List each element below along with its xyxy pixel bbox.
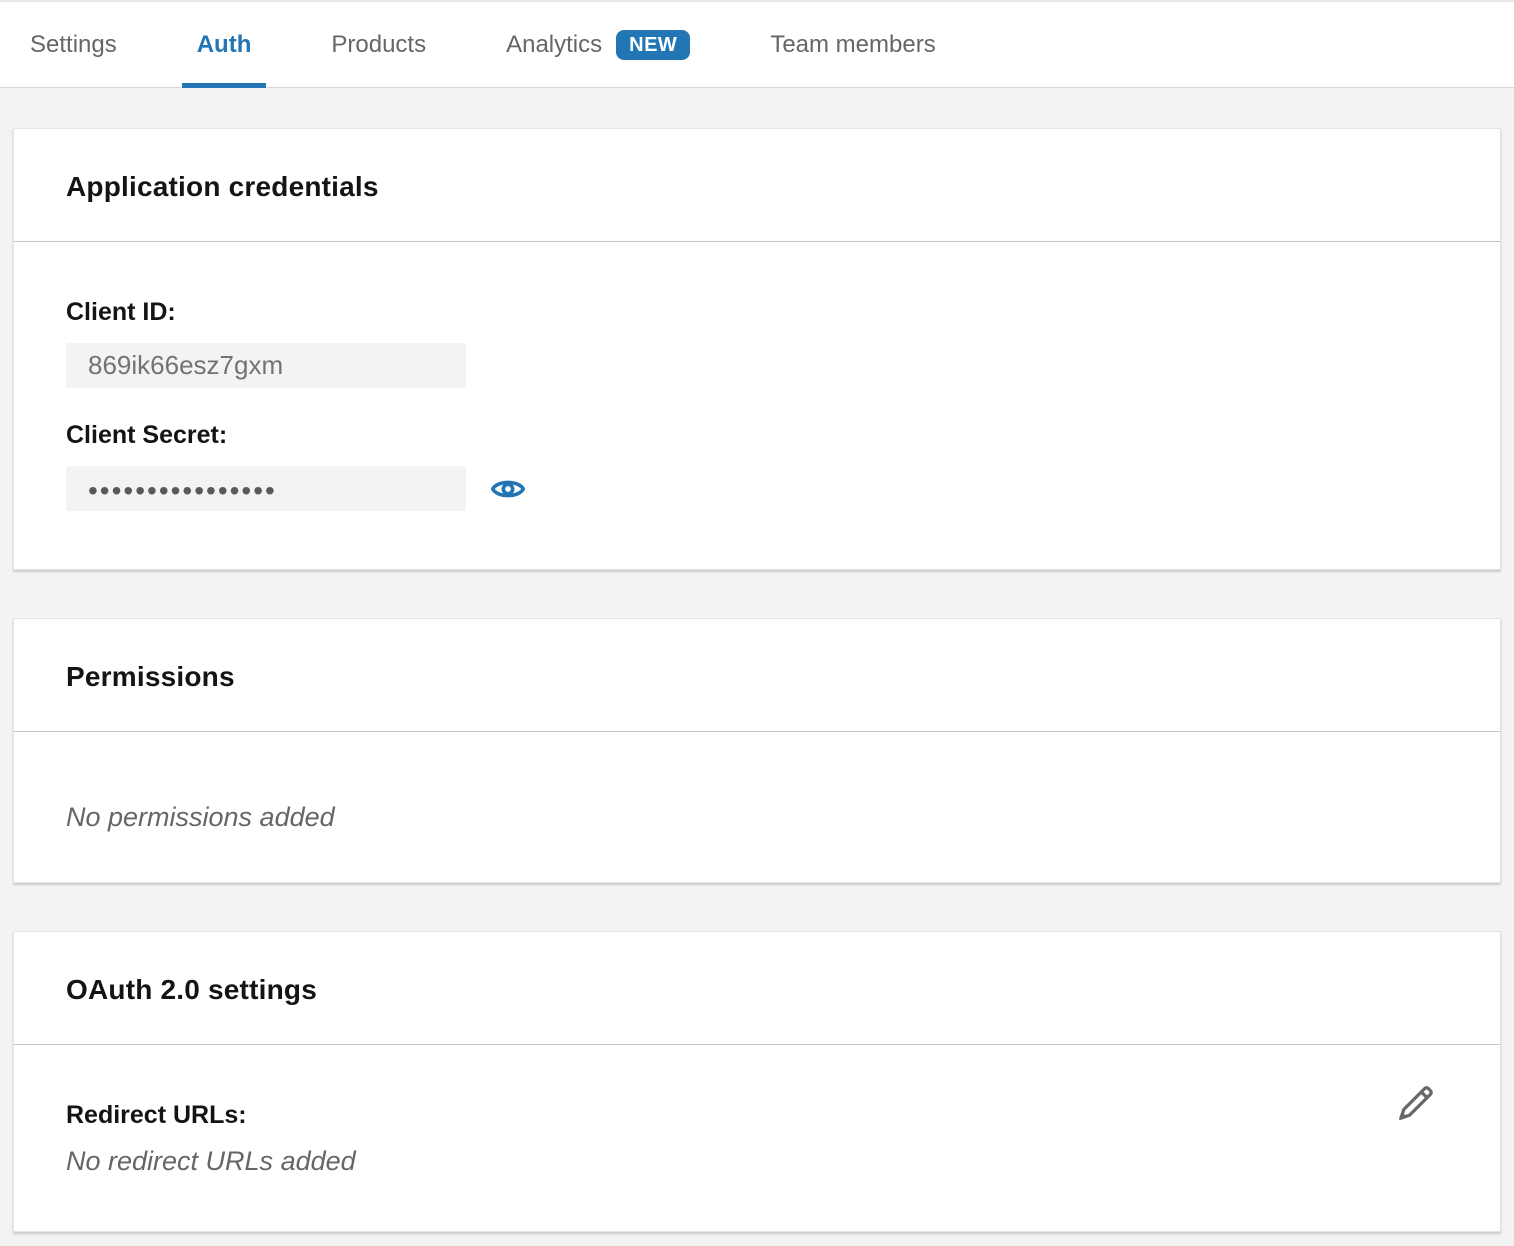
new-badge: NEW: [616, 30, 690, 60]
oauth-settings-title: OAuth 2.0 settings: [66, 974, 1448, 1006]
permissions-title: Permissions: [66, 661, 1448, 693]
permissions-header: Permissions: [14, 619, 1500, 731]
client-secret-label: Client Secret:: [66, 421, 1448, 450]
tab-auth[interactable]: Auth: [182, 2, 267, 87]
client-id-field: Client ID: 869ik66esz7gxm: [66, 298, 1448, 388]
oauth-settings-card: OAuth 2.0 settings Redirect URLs: No red…: [13, 931, 1501, 1232]
permissions-card: Permissions No permissions added: [13, 618, 1501, 883]
pencil-icon[interactable]: [1392, 1081, 1438, 1127]
tab-analytics[interactable]: Analytics NEW: [491, 2, 705, 87]
credentials-body: Client ID: 869ik66esz7gxm Client Secret:…: [14, 242, 1500, 569]
oauth-settings-header: OAuth 2.0 settings: [14, 932, 1500, 1044]
application-credentials-header: Application credentials: [14, 129, 1500, 241]
tab-auth-label: Auth: [197, 31, 252, 59]
application-credentials-card: Application credentials Client ID: 869ik…: [13, 128, 1501, 570]
tab-settings[interactable]: Settings: [15, 2, 132, 87]
client-id-value[interactable]: 869ik66esz7gxm: [66, 343, 466, 388]
client-id-label: Client ID:: [66, 298, 1448, 327]
oauth-settings-body: Redirect URLs: No redirect URLs added: [14, 1045, 1500, 1231]
client-secret-field: Client Secret: ••••••••••••••••: [66, 421, 1448, 511]
tab-settings-label: Settings: [30, 31, 117, 59]
eye-icon[interactable]: [490, 471, 526, 507]
permissions-empty-text: No permissions added: [66, 802, 1448, 833]
tab-products[interactable]: Products: [316, 2, 441, 87]
application-credentials-title: Application credentials: [66, 171, 1448, 203]
redirect-urls-empty-text: No redirect URLs added: [66, 1146, 1448, 1177]
permissions-body: No permissions added: [14, 732, 1500, 882]
tab-products-label: Products: [331, 31, 426, 59]
tab-team-members[interactable]: Team members: [755, 2, 950, 87]
redirect-urls-label: Redirect URLs:: [66, 1101, 1448, 1130]
tab-team-members-label: Team members: [770, 31, 935, 59]
client-secret-value[interactable]: ••••••••••••••••: [66, 466, 466, 511]
tab-analytics-label: Analytics: [506, 31, 602, 59]
tab-bar: Settings Auth Products Analytics NEW Tea…: [0, 0, 1514, 88]
auth-settings-page: Application credentials Client ID: 869ik…: [0, 88, 1514, 1246]
